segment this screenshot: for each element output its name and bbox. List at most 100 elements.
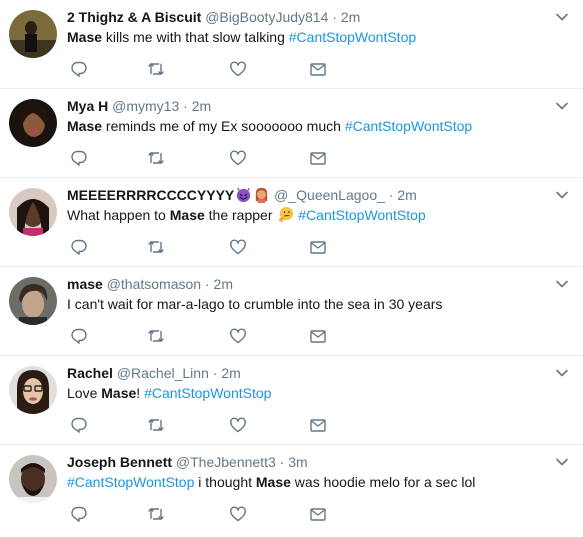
chevron-down-icon[interactable] xyxy=(555,277,569,291)
username[interactable]: @_QueenLagoo_ xyxy=(274,187,385,203)
chevron-down-icon[interactable] xyxy=(555,455,569,469)
username[interactable]: @thatsomason xyxy=(107,276,201,292)
tweet-text: Mase reminds me of my Ex sooooooo much #… xyxy=(67,117,472,135)
timestamp[interactable]: 2m xyxy=(214,276,233,292)
hashtag-link[interactable]: #CantStopWontStop xyxy=(298,207,425,223)
separator-dot: · xyxy=(332,9,337,25)
envelope-icon[interactable] xyxy=(309,505,327,523)
highlighted-keyword: Mase xyxy=(255,474,291,490)
tweet-text: Mase kills me with that slow talking #Ca… xyxy=(67,28,416,46)
tweet[interactable]: Rachel @Rachel_Linn · 2m Love Mase! #Can… xyxy=(0,356,583,445)
separator-dot: · xyxy=(279,454,285,470)
text-segment: I can't wait for mar-a-lago to crumble i… xyxy=(67,296,443,312)
timestamp[interactable]: 2m xyxy=(221,365,240,381)
reply-icon[interactable] xyxy=(70,416,88,434)
chevron-down-icon[interactable] xyxy=(555,99,569,113)
envelope-icon[interactable] xyxy=(309,238,327,256)
avatar[interactable] xyxy=(9,10,57,58)
text-segment: kills me with that slow talking xyxy=(102,29,289,45)
display-name[interactable]: Joseph Bennett xyxy=(67,454,172,470)
tweet-header: 2 Thighz & A Biscuit @BigBootyJudy814 · … xyxy=(67,8,360,26)
username[interactable]: @Rachel_Linn xyxy=(117,365,209,381)
tweet-text: Love Mase! #CantStopWontStop xyxy=(67,384,271,402)
hashtag-link[interactable]: #CantStopWontStop xyxy=(67,474,194,490)
tweet-actions xyxy=(67,327,337,345)
envelope-icon[interactable] xyxy=(309,416,327,434)
thinking-face-emoji xyxy=(279,206,294,223)
avatar[interactable] xyxy=(9,366,57,414)
tweet-actions xyxy=(67,505,337,523)
username[interactable]: @mymy13 xyxy=(112,98,179,114)
retweet-icon[interactable] xyxy=(147,505,165,523)
text-segment: the rapper xyxy=(204,207,277,223)
tweet-text: I can't wait for mar-a-lago to crumble i… xyxy=(67,295,442,313)
tweet[interactable]: Mya H @mymy13 · 2m Mase reminds me of my… xyxy=(0,89,583,178)
username[interactable]: @BigBootyJudy814 xyxy=(205,9,328,25)
reply-icon[interactable] xyxy=(70,60,88,78)
chevron-down-icon[interactable] xyxy=(555,188,569,202)
timestamp[interactable]: 2m xyxy=(192,98,211,114)
retweet-icon[interactable] xyxy=(147,60,165,78)
display-name[interactable]: MEEEERRRRCCCCYYYY xyxy=(67,187,234,203)
tweet[interactable]: Joseph Bennett @TheJbennett3 · 3m #CantS… xyxy=(0,445,583,534)
woman-emoji xyxy=(256,187,268,203)
display-name[interactable]: Rachel xyxy=(67,365,113,381)
highlighted-keyword: Mase xyxy=(67,29,103,45)
highlighted-keyword: Mase xyxy=(169,207,205,223)
hashtag-link[interactable]: #CantStopWontStop xyxy=(345,118,472,134)
avatar[interactable] xyxy=(9,188,57,236)
tweet-header: Rachel @Rachel_Linn · 2m xyxy=(67,364,241,382)
reply-icon[interactable] xyxy=(70,505,88,523)
hashtag-link[interactable]: #CantStopWontStop xyxy=(144,385,271,401)
envelope-icon[interactable] xyxy=(309,149,327,167)
display-name[interactable]: 2 Thighz & A Biscuit xyxy=(67,9,201,25)
retweet-icon[interactable] xyxy=(147,327,165,345)
retweet-icon[interactable] xyxy=(147,149,165,167)
envelope-icon[interactable] xyxy=(309,327,327,345)
reply-icon[interactable] xyxy=(70,238,88,256)
timestamp[interactable]: 2m xyxy=(397,187,416,203)
timestamp[interactable]: 3m xyxy=(288,454,307,470)
retweet-icon[interactable] xyxy=(147,238,165,256)
display-name[interactable]: mase xyxy=(67,276,103,292)
separator-dot: · xyxy=(212,365,218,381)
avatar[interactable] xyxy=(9,99,57,147)
text-segment: ! xyxy=(136,385,145,401)
chevron-down-icon[interactable] xyxy=(555,366,569,380)
hashtag-link[interactable]: #CantStopWontStop xyxy=(289,29,416,45)
display-name[interactable]: Mya H xyxy=(67,98,108,114)
text-segment: reminds me of my Ex sooooooo much xyxy=(102,118,345,134)
heart-icon[interactable] xyxy=(229,416,247,434)
text-segment: i thought xyxy=(194,474,256,490)
highlighted-keyword: Mase xyxy=(101,385,137,401)
envelope-icon[interactable] xyxy=(309,60,327,78)
username[interactable]: @TheJbennett3 xyxy=(176,454,276,470)
tweet-actions xyxy=(67,238,337,256)
reply-icon[interactable] xyxy=(70,327,88,345)
tweet-text: What happen to Mase the rapper #CantStop… xyxy=(67,206,426,224)
avatar[interactable] xyxy=(9,455,57,503)
highlighted-keyword: Mase xyxy=(67,118,103,134)
reply-icon[interactable] xyxy=(70,149,88,167)
timestamp[interactable]: 2m xyxy=(341,9,360,25)
tweet-feed: 2 Thighz & A Biscuit @BigBootyJudy814 · … xyxy=(0,0,583,534)
tweet[interactable]: 2 Thighz & A Biscuit @BigBootyJudy814 · … xyxy=(0,0,583,89)
tweet-actions xyxy=(67,60,337,78)
tweet-header: Mya H @mymy13 · 2m xyxy=(67,97,211,115)
text-segment: What happen to xyxy=(67,207,170,223)
tweet-header: mase @thatsomason · 2m xyxy=(67,275,233,293)
separator-dot: · xyxy=(204,276,210,292)
tweet[interactable]: mase @thatsomason · 2m I can't wait for … xyxy=(0,267,583,356)
avatar[interactable] xyxy=(9,277,57,325)
heart-icon[interactable] xyxy=(229,60,247,78)
separator-dot: · xyxy=(388,187,394,203)
smiling-imp-emoji xyxy=(237,187,251,203)
tweet[interactable]: MEEEERRRRCCCCYYYY @_QueenLagoo_ · 2m Wha… xyxy=(0,178,583,267)
retweet-icon[interactable] xyxy=(147,416,165,434)
heart-icon[interactable] xyxy=(229,149,247,167)
heart-icon[interactable] xyxy=(229,238,247,256)
chevron-down-icon[interactable] xyxy=(555,10,569,24)
tweet-header: MEEEERRRRCCCCYYYY @_QueenLagoo_ · 2m xyxy=(67,186,417,204)
heart-icon[interactable] xyxy=(229,327,247,345)
heart-icon[interactable] xyxy=(229,505,247,523)
